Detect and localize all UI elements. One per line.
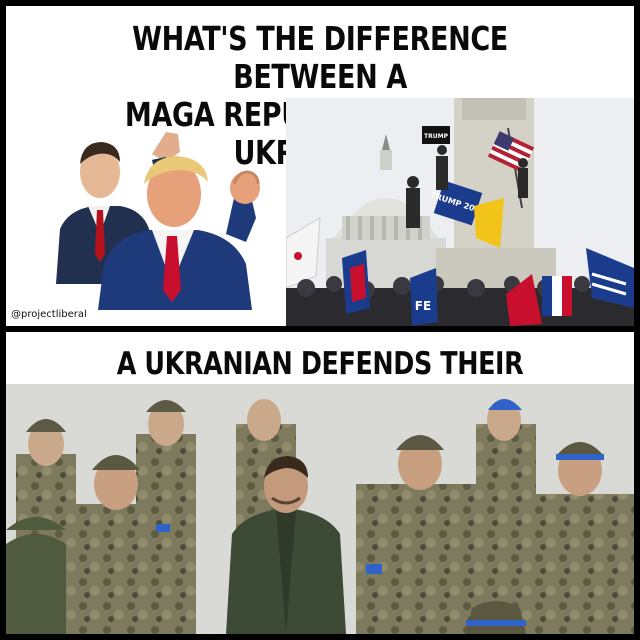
french-style-flag [542, 276, 572, 316]
fe-flag-text: FE [415, 299, 431, 313]
trump-sign: TRUMP [422, 126, 450, 144]
meme-image: WHAT'S THE DIFFERENCE BETWEEN A MAGA REP… [0, 0, 640, 640]
capitol-scene: TRUMP TRUMP 2020 FE [286, 98, 634, 326]
trump-sign-text: TRUMP [424, 133, 449, 140]
soldiers-photo [6, 384, 634, 634]
top-panel: WHAT'S THE DIFFERENCE BETWEEN A MAGA REP… [6, 6, 634, 326]
politicians-illustration [56, 132, 260, 310]
blue-armband [156, 524, 170, 532]
politicians-photo [48, 114, 280, 310]
capitol-photo: TRUMP TRUMP 2020 FE [286, 98, 634, 326]
bottom-panel: A UKRANIAN DEFENDS THEIR CAPITOL [6, 332, 634, 634]
watermark: @projectliberal [8, 308, 90, 321]
top-headline-line1: WHAT'S THE DIFFERENCE BETWEEN A [132, 19, 508, 96]
blue-armband [366, 564, 382, 574]
soldiers-scene [6, 384, 634, 634]
fe-flag: FE [410, 268, 438, 326]
